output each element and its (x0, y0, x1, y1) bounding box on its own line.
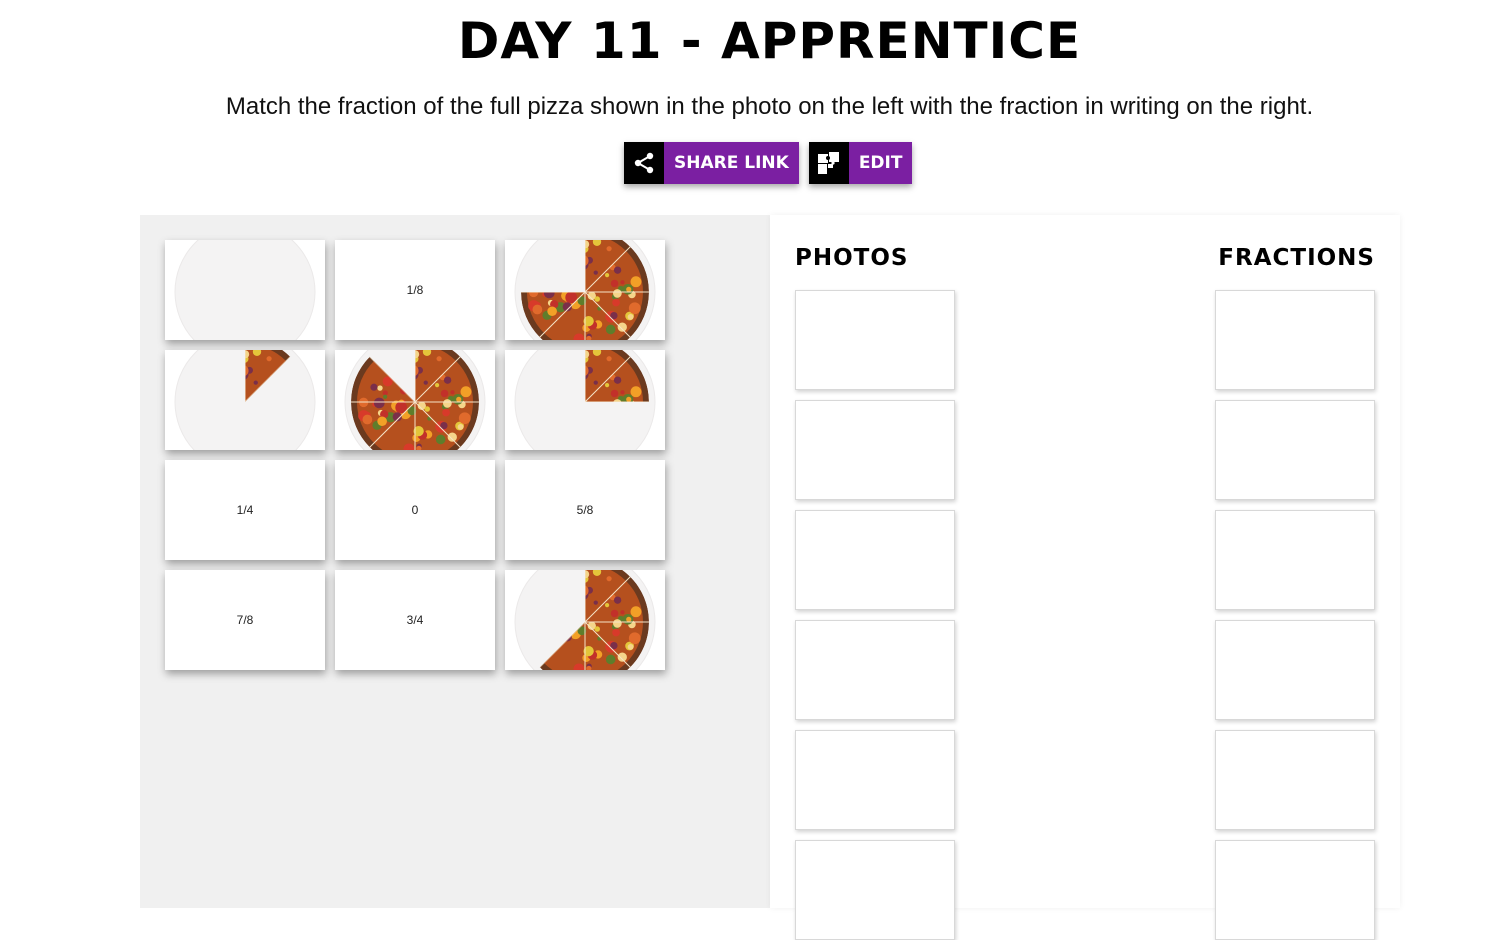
pizza-photo-tile[interactable] (335, 350, 495, 450)
fraction-tile[interactable]: 7/8 (165, 570, 325, 670)
share-link-label: SHARE LINK (664, 142, 799, 184)
fraction-drop-slot[interactable] (1215, 290, 1375, 390)
pizza-image (514, 240, 656, 340)
pizza-image (174, 240, 316, 340)
tile-pool: 1/8 1/4 0 5/8 7/8 3/4 (140, 215, 770, 908)
puzzle-icon (808, 142, 849, 184)
photo-drop-slot[interactable] (795, 620, 955, 720)
fraction-label: 0 (411, 503, 419, 517)
fraction-label: 1/8 (406, 283, 424, 297)
photo-drop-slot[interactable] (795, 290, 955, 390)
fraction-label: 3/4 (406, 613, 424, 627)
pizza-image (514, 570, 656, 670)
fraction-tile[interactable]: 0 (335, 460, 495, 560)
instructions-text: Match the fraction of the full pizza sho… (225, 93, 1314, 120)
share-icon (624, 142, 664, 184)
pizza-image (344, 350, 486, 450)
pizza-photo-tile[interactable] (505, 570, 665, 670)
pizza-image (174, 350, 316, 450)
fraction-tile[interactable]: 3/4 (335, 570, 495, 670)
matching-game: 1/8 1/4 0 5/8 7/8 3/4 PHOTOS FRACTIONS (140, 215, 1400, 940)
edit-label: EDIT (848, 142, 913, 184)
pizza-photo-tile[interactable] (505, 240, 665, 340)
fraction-drop-slot[interactable] (1215, 620, 1375, 720)
fraction-drop-slot[interactable] (1215, 400, 1375, 500)
fractions-heading: FRACTIONS (1218, 245, 1375, 271)
match-panel: PHOTOS FRACTIONS (770, 215, 1400, 940)
edit-button[interactable]: EDIT (808, 142, 913, 184)
fraction-tile[interactable]: 1/8 (335, 240, 495, 340)
fraction-drop-slot[interactable] (1215, 730, 1375, 830)
page-title: DAY 11 - APPRENTICE (457, 12, 1082, 70)
fraction-label: 5/8 (576, 503, 594, 517)
photo-drop-slot[interactable] (795, 840, 955, 940)
share-link-button[interactable]: SHARE LINK (624, 142, 799, 184)
fraction-label: 7/8 (236, 613, 254, 627)
fraction-drop-slot[interactable] (1215, 510, 1375, 610)
pizza-photo-tile[interactable] (165, 240, 325, 340)
photo-drop-slot[interactable] (795, 730, 955, 830)
action-buttons: SHARE LINK EDIT (624, 142, 913, 184)
pizza-photo-tile[interactable] (165, 350, 325, 450)
photo-drop-slot[interactable] (795, 510, 955, 610)
fraction-tile[interactable]: 1/4 (165, 460, 325, 560)
fraction-drop-slot[interactable] (1215, 840, 1375, 940)
fraction-label: 1/4 (236, 503, 254, 517)
fraction-tile[interactable]: 5/8 (505, 460, 665, 560)
photos-heading: PHOTOS (795, 245, 909, 271)
pizza-slices (351, 350, 479, 450)
photo-drop-slot[interactable] (795, 400, 955, 500)
pizza-image (514, 350, 656, 450)
plate (174, 240, 316, 340)
pizza-photo-tile[interactable] (505, 350, 665, 450)
